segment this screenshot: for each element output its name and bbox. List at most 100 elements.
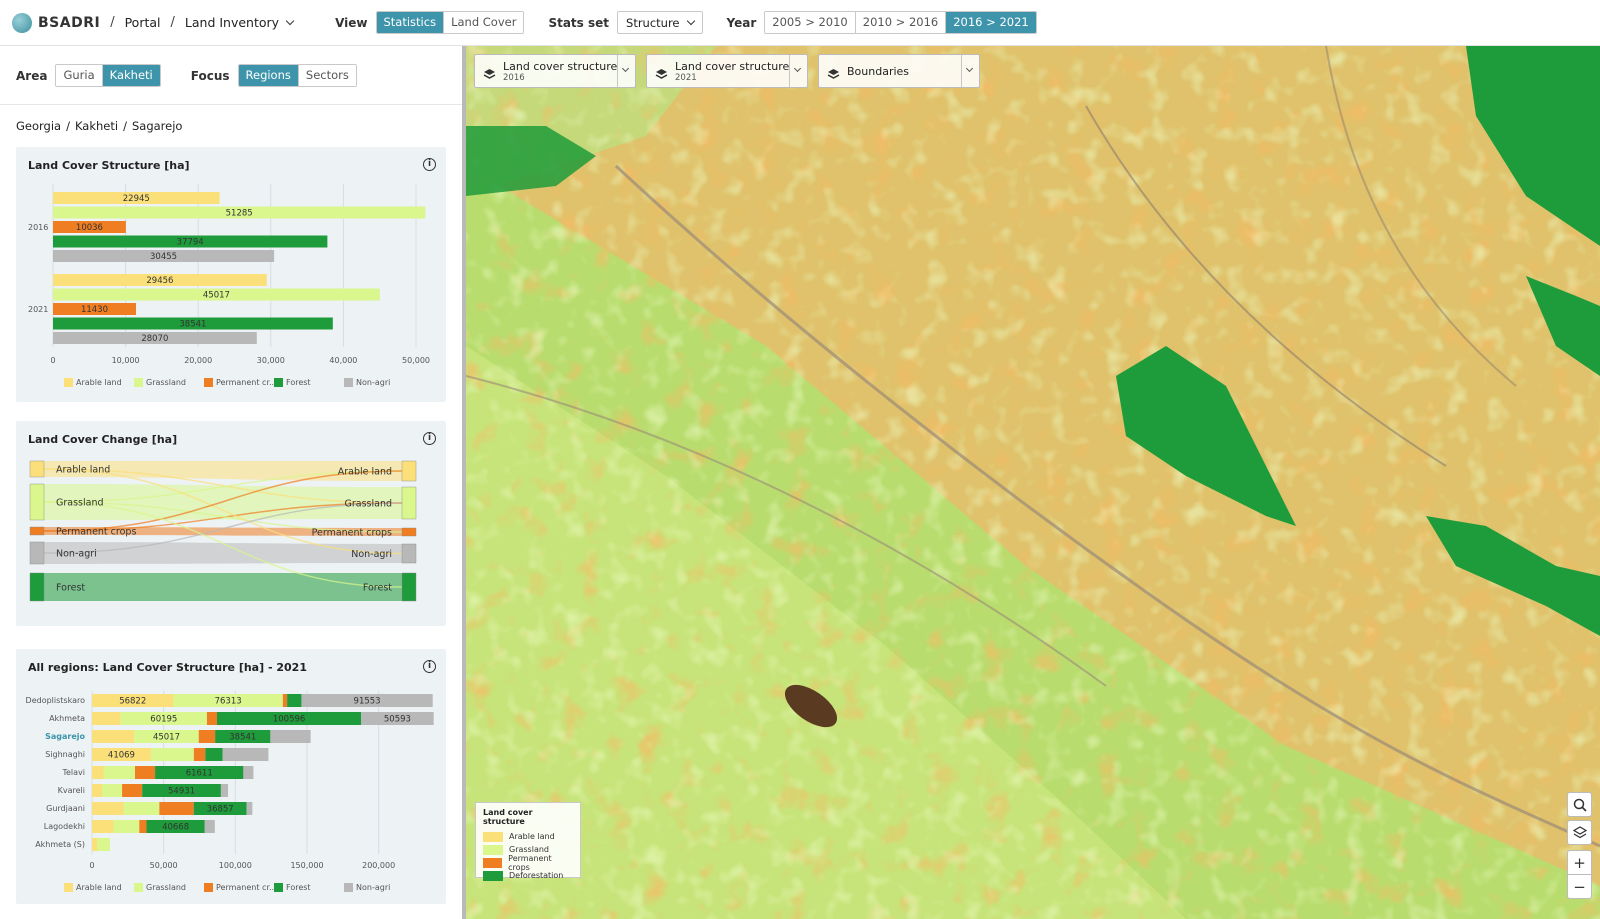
legend-swatch bbox=[64, 883, 73, 892]
bar-segment bbox=[198, 730, 216, 743]
x-tick-label: 30,000 bbox=[257, 356, 285, 365]
bar-segment bbox=[220, 784, 229, 797]
sankey-node-label: Permanent crops bbox=[312, 528, 392, 539]
y-category-label: Telavi bbox=[61, 768, 85, 777]
layer-title: Boundaries bbox=[847, 64, 910, 78]
legend-label: Grassland bbox=[146, 883, 186, 892]
bar-segment bbox=[287, 694, 302, 707]
land-cover-structure-card: Land Cover Structure [ha] i 0 10,000 20,00… bbox=[16, 147, 446, 402]
focus-label: Focus bbox=[190, 68, 230, 83]
legend-label: Permanent crops bbox=[508, 853, 552, 872]
bar-value-label: 50593 bbox=[384, 715, 411, 725]
bar-value-label: 37794 bbox=[177, 238, 204, 248]
breadcrumb-georgia[interactable]: Georgia bbox=[16, 119, 61, 133]
sankey-node bbox=[401, 486, 417, 520]
legend-label: Non-agri bbox=[356, 883, 390, 892]
bar-segment bbox=[135, 766, 156, 779]
bar-segment bbox=[123, 802, 160, 815]
layer-selector-boundaries[interactable]: Boundaries bbox=[818, 54, 980, 88]
bar-segment bbox=[102, 784, 123, 797]
bar-segment bbox=[113, 820, 140, 833]
layer-title: Land cover structure bbox=[675, 59, 790, 73]
app-logo[interactable]: BSADRI bbox=[12, 12, 100, 33]
bar-segment bbox=[159, 802, 194, 815]
layers-icon bbox=[483, 65, 496, 79]
bar-segment bbox=[92, 784, 103, 797]
legend-swatch bbox=[134, 378, 143, 387]
sankey-node bbox=[29, 460, 45, 478]
legend-swatch bbox=[204, 378, 213, 387]
legend-item: Deforestation bbox=[483, 869, 573, 882]
y-category-label: Akhmeta (S) bbox=[35, 840, 85, 849]
sankey-node bbox=[29, 572, 45, 602]
top-bar: BSADRI / Portal / Land Inventory View St… bbox=[0, 0, 1600, 46]
map-legend: Land cover structure Arable land Grassla… bbox=[475, 802, 581, 881]
bar-value-label: 76313 bbox=[215, 697, 242, 707]
zoom-out-button[interactable]: − bbox=[1567, 874, 1592, 899]
y-category-label: Gurdjaani bbox=[46, 804, 85, 813]
legend-swatch bbox=[483, 844, 503, 855]
top-separator: / bbox=[170, 15, 175, 30]
layers-button[interactable] bbox=[1567, 820, 1592, 845]
chevron-down-icon[interactable] bbox=[961, 55, 979, 87]
section-dropdown[interactable]: Land Inventory bbox=[184, 15, 295, 30]
focus-option-regions[interactable]: Regions bbox=[238, 65, 299, 86]
y-category-label: Dedoplistskaro bbox=[26, 696, 86, 705]
layer-selector-2016[interactable]: Land cover structure 2016 bbox=[474, 54, 636, 88]
view-option-land-cover[interactable]: Land Cover bbox=[444, 12, 524, 33]
bar-segment bbox=[92, 766, 104, 779]
bar-value-label: 22945 bbox=[123, 194, 150, 204]
layers-icon bbox=[827, 65, 840, 79]
chevron-down-icon[interactable] bbox=[617, 55, 635, 87]
year-option-2016-2021[interactable]: 2016 > 2021 bbox=[946, 12, 1036, 33]
sankey-node bbox=[29, 541, 45, 565]
legend-swatch bbox=[134, 883, 143, 892]
breadcrumb: Georgia / Kakheti / Sagarejo bbox=[16, 119, 183, 133]
chevron-down-icon bbox=[686, 16, 695, 25]
stats-sidebar: Area Guria Kakheti Focus Regions Sectors… bbox=[0, 46, 462, 919]
focus-option-sectors[interactable]: Sectors bbox=[298, 65, 356, 86]
layer-selector-2021[interactable]: Land cover structure 2021 bbox=[646, 54, 808, 88]
bar-value-label: 10036 bbox=[76, 223, 103, 233]
chevron-down-icon[interactable] bbox=[789, 55, 807, 87]
stats-set-value: Structure bbox=[626, 15, 680, 30]
view-option-statistics[interactable]: Statistics bbox=[376, 12, 445, 33]
year-option-2005-2010[interactable]: 2005 > 2010 bbox=[765, 12, 856, 33]
zoom-to-area-button[interactable] bbox=[1567, 792, 1592, 817]
sankey-node bbox=[401, 572, 417, 602]
bar-value-label: 45017 bbox=[153, 733, 180, 743]
bar-segment bbox=[92, 712, 121, 725]
bar-segment bbox=[246, 802, 253, 815]
breadcrumb-kakheti[interactable]: Kakheti bbox=[75, 119, 118, 133]
layers-icon bbox=[655, 65, 668, 79]
section-label: Land Inventory bbox=[184, 15, 280, 30]
chevron-down-icon bbox=[285, 16, 295, 25]
bar-segment bbox=[92, 820, 114, 833]
bar-value-label: 45017 bbox=[203, 291, 230, 301]
sankey-node bbox=[29, 526, 45, 536]
y-category-label: Akhmeta bbox=[49, 714, 85, 723]
zoom-in-button[interactable]: + bbox=[1567, 850, 1592, 875]
view-toggle: Statistics Land Cover bbox=[375, 11, 525, 34]
year-option-2010-2016[interactable]: 2010 > 2016 bbox=[855, 12, 947, 33]
bar-segment bbox=[92, 838, 98, 851]
area-option-guria[interactable]: Guria bbox=[56, 65, 103, 86]
change-sankey-chart: Arable land Arable land Grassland Grassland… bbox=[29, 460, 417, 602]
portal-link[interactable]: Portal bbox=[125, 15, 161, 30]
bar-value-label: 11430 bbox=[81, 305, 108, 315]
sankey-node-label: Non-agri bbox=[56, 549, 97, 560]
x-tick-label: 0 bbox=[50, 356, 55, 365]
legend-swatch bbox=[204, 883, 213, 892]
year-label: Year bbox=[726, 15, 757, 30]
bar-segment bbox=[122, 784, 143, 797]
stats-set-select[interactable]: Structure bbox=[617, 11, 703, 34]
legend-label: Arable land bbox=[509, 832, 555, 841]
map-view[interactable]: Land cover structure 2016 Land cover str… bbox=[466, 46, 1600, 919]
legend-label: Forest bbox=[286, 378, 311, 387]
y-category-label: Sighnaghi bbox=[45, 750, 85, 759]
area-option-kakheti[interactable]: Kakheti bbox=[102, 65, 160, 86]
bar-segment bbox=[97, 838, 110, 851]
bar-value-label: 54931 bbox=[168, 787, 195, 797]
all-regions-card: All regions: Land Cover Structure [ha] -… bbox=[16, 649, 446, 904]
top-separator: / bbox=[110, 15, 115, 30]
